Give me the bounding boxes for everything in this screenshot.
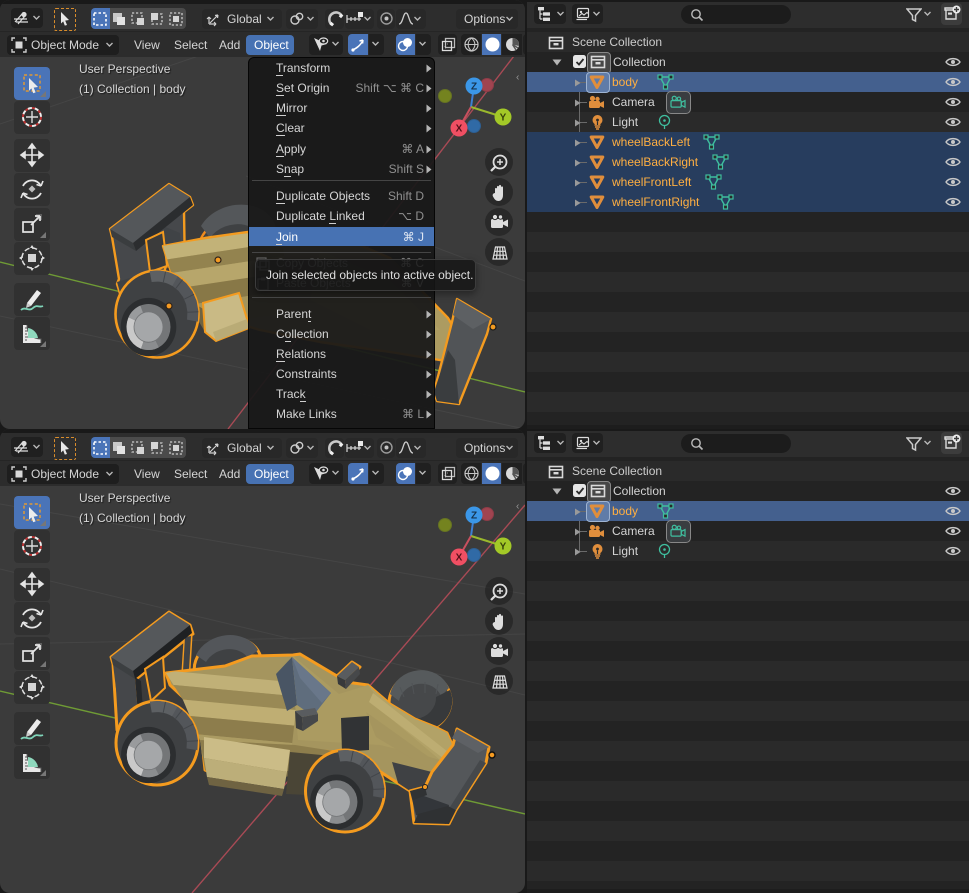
svg-text:X: X (456, 553, 463, 564)
svg-text:Z: Z (471, 82, 477, 93)
svg-text:X: X (456, 124, 463, 135)
svg-text:Z: Z (471, 511, 477, 522)
svg-text:Y: Y (500, 113, 507, 124)
svg-text:Y: Y (500, 542, 507, 553)
